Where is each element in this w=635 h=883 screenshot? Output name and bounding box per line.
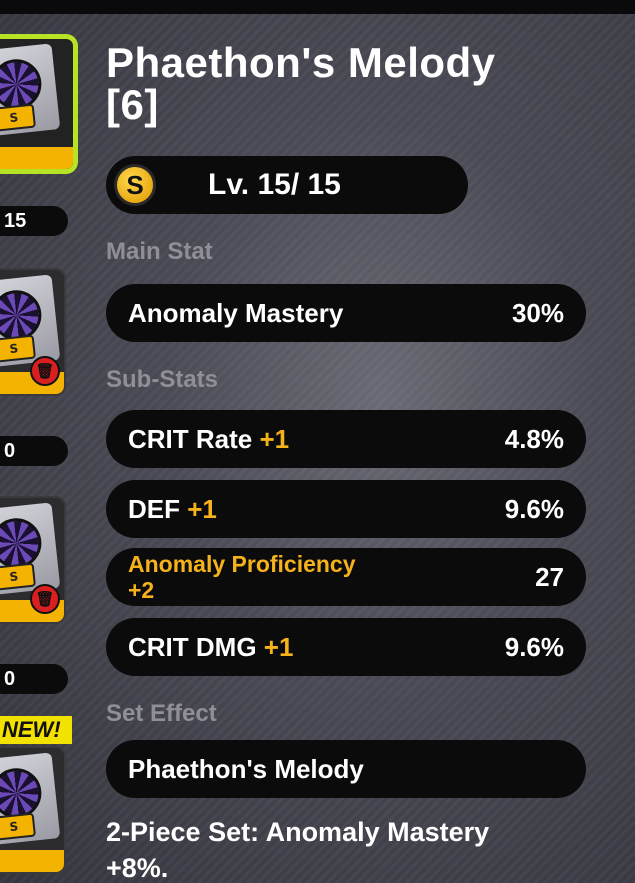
trash-icon[interactable]: 🗑 [30, 584, 60, 614]
stat-value: 4.8% [504, 424, 564, 454]
rank-s-badge: S [0, 812, 37, 841]
rank-s-badge: S [0, 562, 37, 591]
stat-value: 30% [511, 298, 564, 328]
drive-disc-card[interactable]: S [0, 746, 66, 874]
stat-name: CRIT Rate +1 [128, 410, 289, 468]
drive-disc-card[interactable]: S 🗑 [0, 268, 66, 396]
vinyl-disc-icon [0, 515, 44, 571]
stat-name-text: Anomaly Proficiency [128, 551, 356, 577]
stat-upgrade-count: +1 [263, 632, 294, 662]
level-display: S Lv. 15/ 15 [106, 156, 468, 214]
vinyl-disc-icon [0, 56, 44, 112]
disc-level: 15 [0, 206, 68, 236]
vinyl-disc-icon [0, 287, 44, 343]
stat-name-text: DEF [128, 494, 180, 524]
main-stat-label: Main Stat [106, 238, 213, 265]
trash-icon[interactable]: 🗑 [30, 356, 60, 386]
drive-disc-art: S [0, 274, 61, 368]
sub-stats-label: Sub-Stats [106, 366, 219, 393]
drive-disc-card[interactable]: S 🗑 [0, 496, 66, 624]
stat-name: Anomaly Mastery [128, 298, 344, 328]
vinyl-disc-icon [0, 765, 44, 821]
main-stat-row: Anomaly Mastery 30% [106, 284, 586, 342]
set-effect-label: Set Effect [106, 700, 217, 727]
stat-name: CRIT DMG +1 [128, 618, 293, 676]
set-effect-row: Phaethon's Melody [106, 740, 586, 798]
stat-upgrade-count: +1 [187, 494, 217, 524]
drive-disc-card-selected[interactable]: S [0, 34, 78, 174]
new-badge: NEW! [0, 716, 72, 744]
sub-stat-row: DEF +1 9.6% [106, 480, 586, 538]
rarity-strip [0, 147, 73, 169]
item-title: Phaethon's Melody [6] [106, 42, 616, 126]
stat-name-text: CRIT DMG [128, 632, 257, 662]
item-slot: [6] [106, 81, 159, 128]
item-name: Phaethon's Melody [106, 39, 496, 86]
rank-s-badge: S [0, 334, 37, 363]
drive-disc-art: S [0, 752, 61, 846]
level-text: Lv. 15/ 15 [208, 168, 341, 201]
stat-value: 27 [535, 562, 564, 592]
set-effect-description: 2-Piece Set: Anomaly Mastery +8%. [106, 817, 490, 883]
drive-disc-art: S [0, 502, 61, 596]
sub-stat-row: CRIT Rate +1 4.8% [106, 410, 586, 468]
rank-s-badge: S [0, 103, 37, 132]
disc-level: 0 [0, 436, 68, 466]
stat-name: Anomaly Proficiency +2 [128, 551, 356, 603]
stat-value: 9.6% [504, 632, 564, 662]
stat-name: DEF +1 [128, 480, 217, 538]
rank-s-icon: S [114, 164, 156, 206]
drive-disc-art: S [0, 43, 61, 137]
stat-upgrade-count: +1 [259, 424, 290, 454]
top-bar [0, 0, 635, 14]
sub-stat-row-highlighted: Anomaly Proficiency +2 27 [106, 548, 586, 606]
rarity-strip [0, 850, 64, 872]
drive-disc-list[interactable]: S 15 S 🗑 0 S 🗑 0 NEW! S [0, 0, 80, 883]
stat-upgrade-count: +2 [128, 577, 155, 603]
sub-stat-row: CRIT DMG +1 9.6% [106, 618, 586, 676]
disc-level: 0 [0, 664, 68, 694]
set-name: Phaethon's Melody [128, 754, 364, 784]
stat-value: 9.6% [504, 494, 564, 524]
stat-name-text: CRIT Rate [128, 424, 253, 454]
